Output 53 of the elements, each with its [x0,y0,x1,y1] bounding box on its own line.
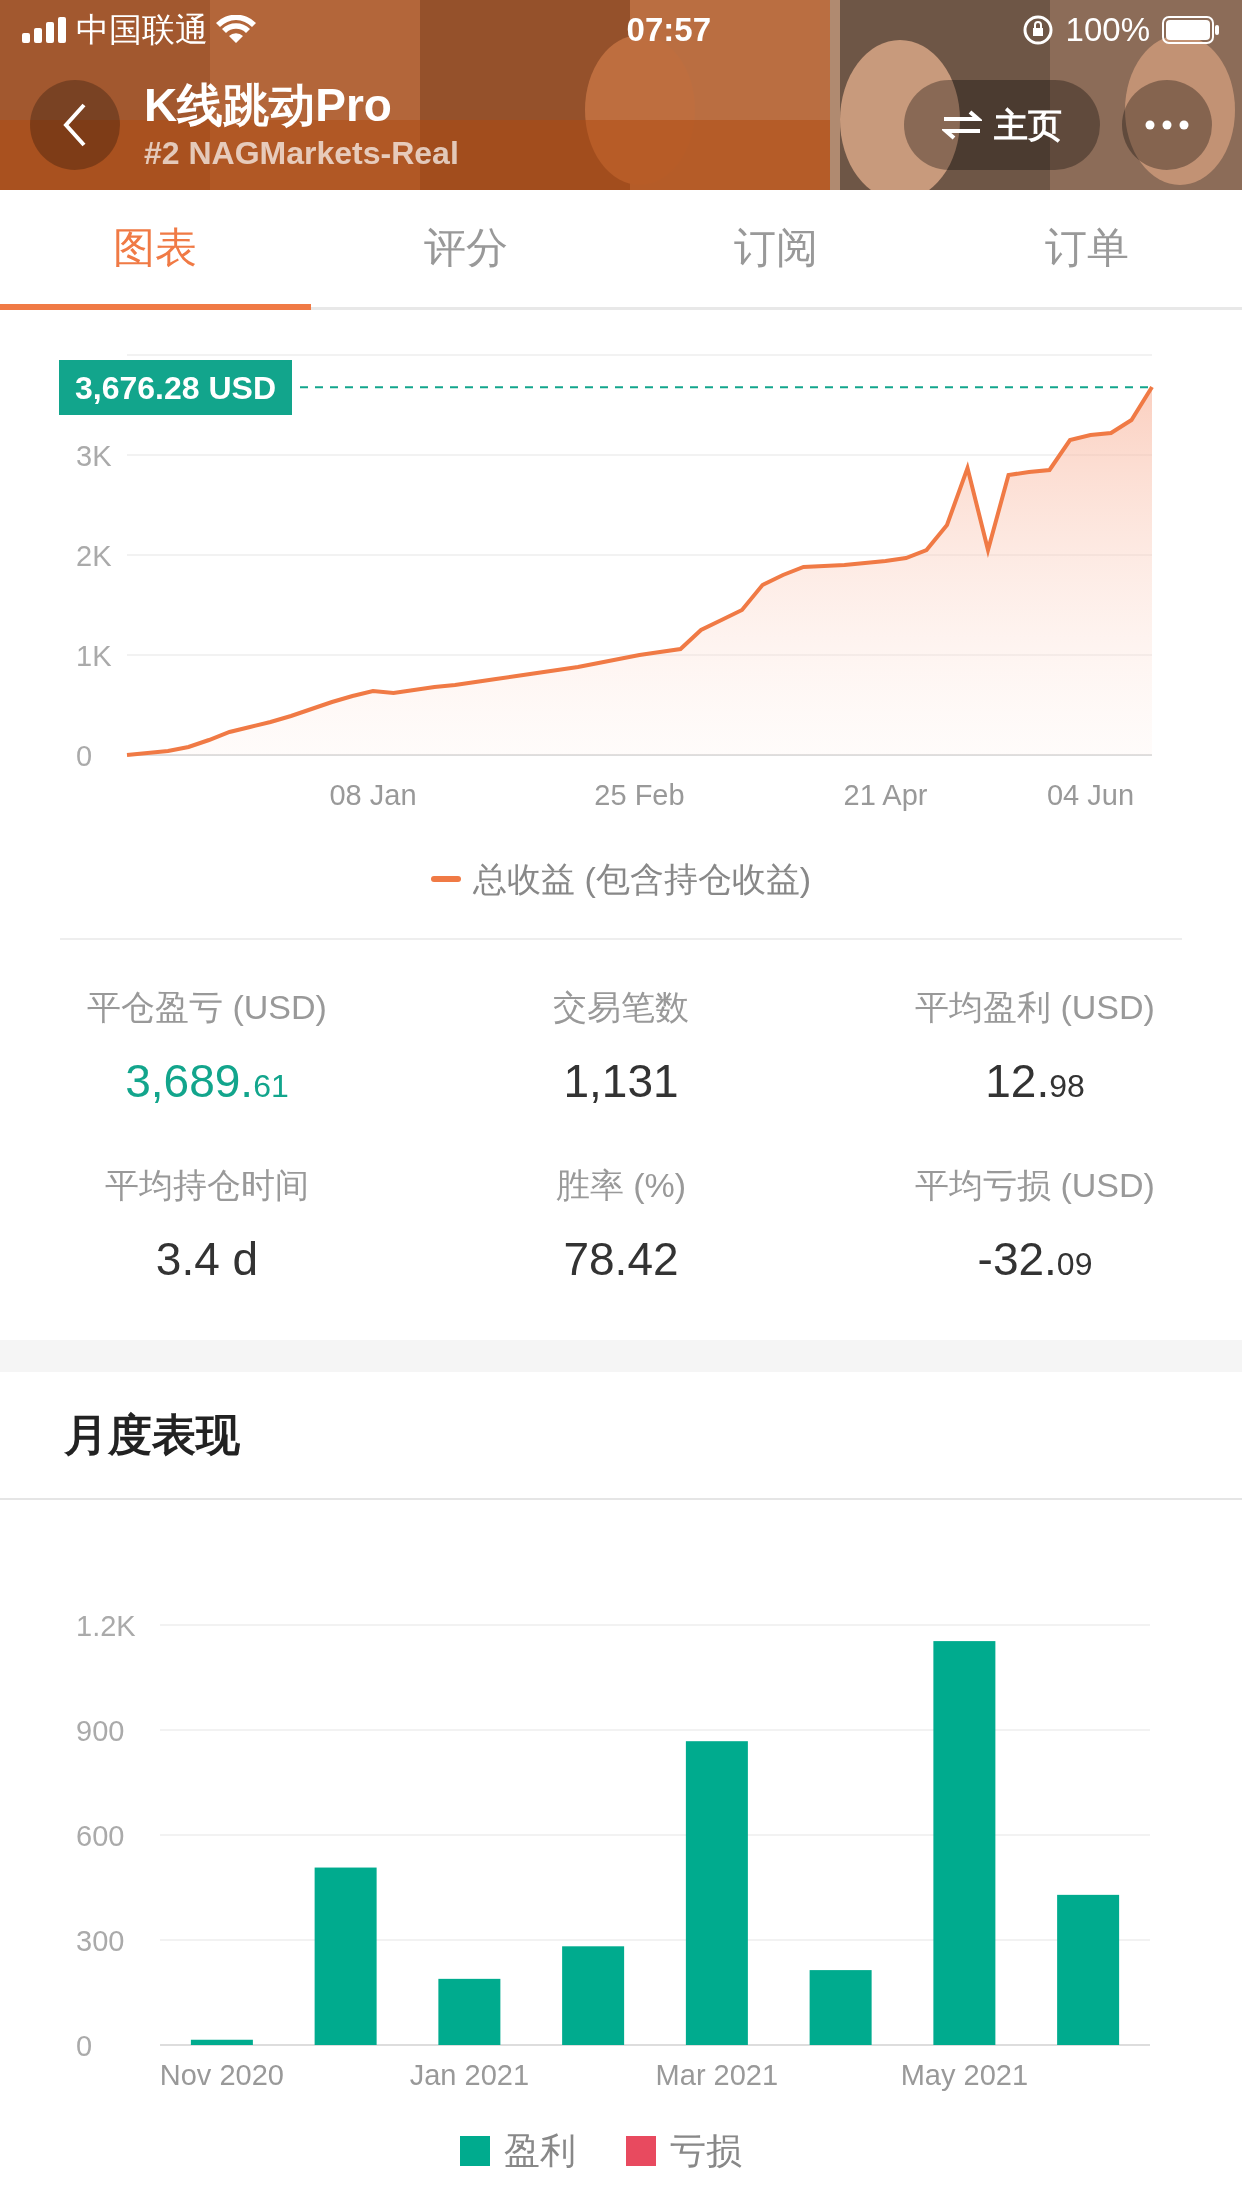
stat-value: 3.4 d [155,1232,259,1287]
account-subtitle: #2 NAGMarkets-Real [144,134,460,173]
rotation-lock-icon [1021,14,1054,46]
y-axis-label: 300 [76,1925,125,1957]
x-axis-label: 21 Apr [843,779,928,811]
clock-time: 07:57 [625,10,711,51]
y-axis-label: 600 [76,1820,125,1852]
x-axis-label: 25 Feb [594,779,685,811]
legend-label: 总收益 (包含持仓收益) [472,858,812,900]
stat-value: 12.98 [985,1054,1085,1109]
tab[interactable]: 订单 [931,190,1242,310]
current-value-badge: 3,676.28 USD [59,360,292,416]
stat-label: 平仓盈亏 (USD) [87,987,327,1028]
stat-label: 平均亏损 (USD) [915,1165,1155,1206]
page-title: K线跳动Pro [144,78,393,133]
y-axis-label: 0 [76,2030,93,2062]
stat-label: 平均盈利 (USD) [915,987,1155,1028]
y-axis-label: 1.2K [76,1610,136,1642]
x-axis-label: May 2021 [900,2059,1029,2091]
stat-label: 胜率 (%) [555,1165,687,1206]
battery-percent: 100% [1065,10,1150,51]
legend-label: 盈利 [504,2129,576,2173]
section-title: 月度表现 [64,1409,240,1461]
home-button[interactable]: 主页 [904,80,1100,170]
x-axis-label: 04 Jun [1046,779,1135,811]
back-icon [63,103,87,147]
tab[interactable]: 订阅 [621,190,932,310]
y-axis-label: 900 [76,1715,125,1747]
bar [438,1978,501,2045]
bar [190,2039,253,2045]
x-axis-label: Mar 2021 [655,2059,779,2091]
x-axis-label: Nov 2020 [159,2059,284,2091]
signal-icon [22,17,68,43]
y-axis-label: 2K [76,540,112,572]
stat-value: 3,689.61 [125,1054,289,1109]
swap-icon [942,109,982,141]
x-axis-label: 08 Jan [329,779,417,811]
y-axis-label: 1K [76,640,112,672]
legend-label: 亏损 [670,2129,742,2173]
stat-label: 交易笔数 [553,987,689,1028]
tab[interactable]: 评分 [310,190,621,310]
stat-label: 平均持仓时间 [105,1165,309,1206]
y-axis-label: 0 [76,740,93,772]
more-icon [1145,120,1189,130]
carrier-name: 中国联通 [76,10,208,51]
y-axis-label: 3K [76,440,112,472]
stat-value: -32.09 [977,1232,1093,1287]
x-axis-label: Jan 2021 [409,2059,530,2091]
wifi-icon [216,15,256,45]
battery-icon [1162,16,1220,44]
tab[interactable]: 图表 [0,190,311,310]
stat-value: 1,131 [563,1054,679,1109]
stat-value: 78.42 [563,1232,679,1287]
